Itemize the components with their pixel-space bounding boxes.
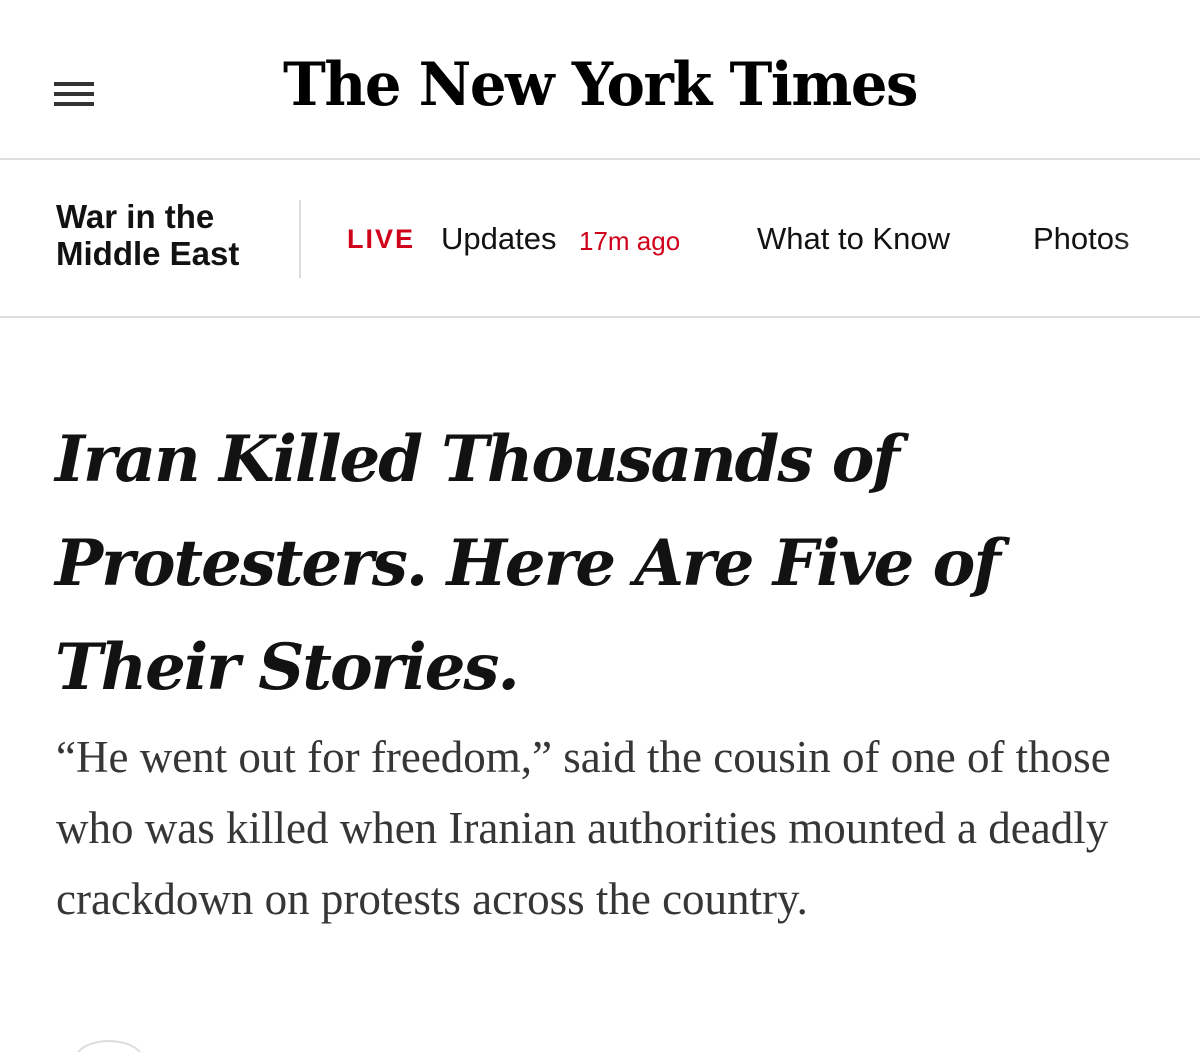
nav-link-updates[interactable]: Updates: [441, 221, 556, 257]
nav-link-what-to-know[interactable]: What to Know: [757, 221, 950, 257]
section-title[interactable]: War in the Middle East: [56, 198, 276, 272]
article-summary: “He went out for freedom,” said the cous…: [56, 732, 1111, 924]
partial-circle-element: [74, 1040, 144, 1052]
nav-link-photos[interactable]: Photos: [1033, 221, 1130, 257]
top-header: The New York Times: [0, 0, 1200, 160]
nav-divider: [299, 200, 301, 278]
section-nav: War in the Middle East LIVE Updates 17m …: [0, 160, 1200, 318]
updated-timestamp: 17m ago: [579, 226, 681, 256]
live-badge[interactable]: LIVE: [347, 224, 415, 255]
nyt-masthead-logo[interactable]: The New York Times: [24, 55, 1176, 115]
article-headline: Iran Killed Thousands of Protesters. Her…: [55, 422, 1001, 705]
